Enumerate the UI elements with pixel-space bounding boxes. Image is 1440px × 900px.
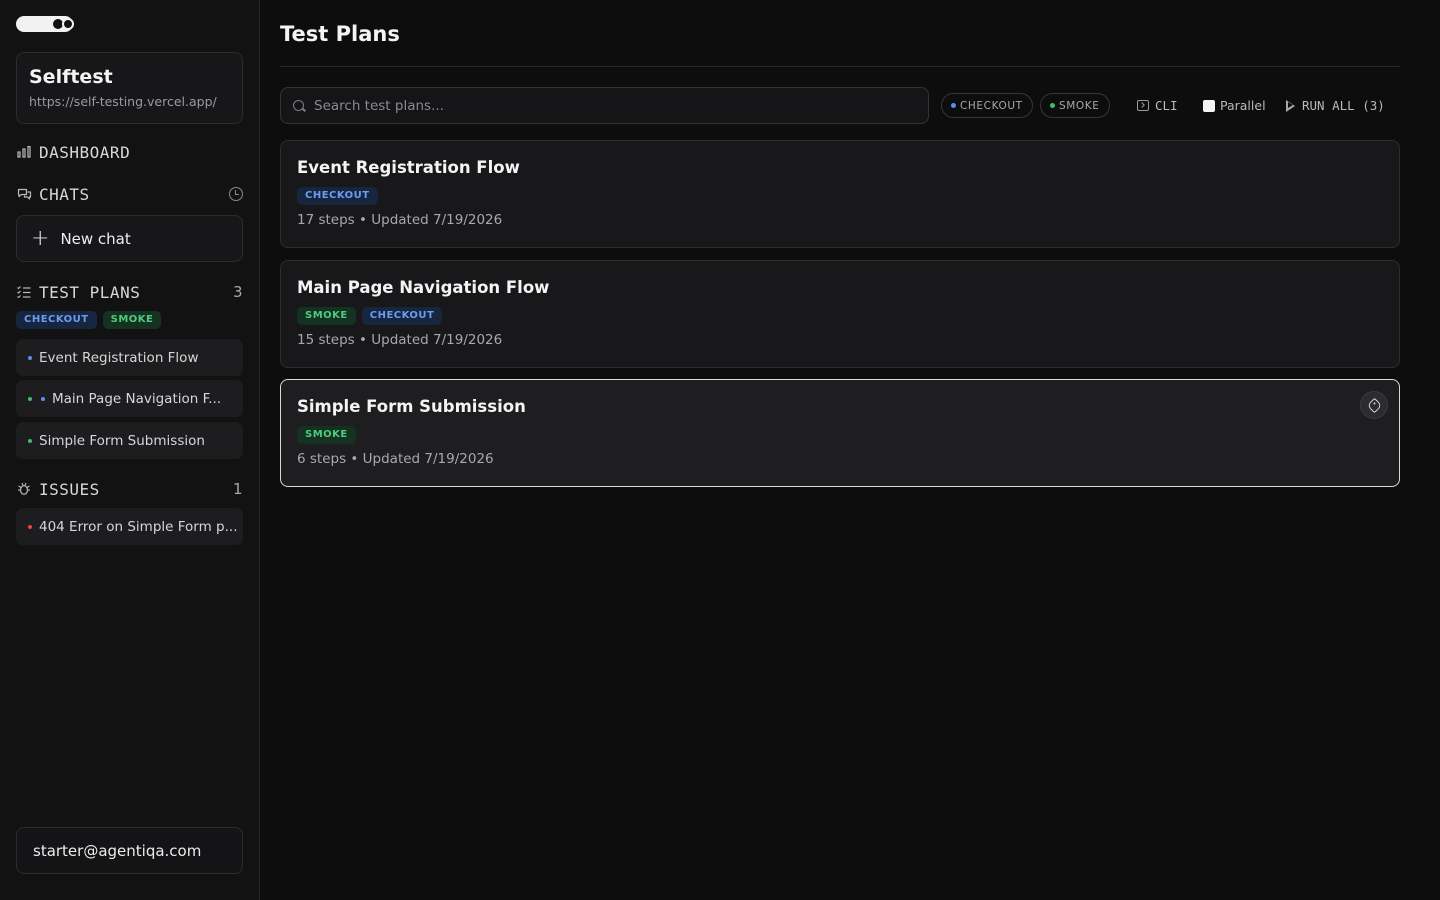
new-chat-button[interactable]: + New chat [16, 215, 243, 262]
sidebar-plan-label: Event Registration Flow [39, 349, 199, 366]
parallel-toggle[interactable]: Parallel [1203, 93, 1266, 118]
checklist-icon [16, 284, 32, 300]
run-all-button[interactable]: RUN ALL (3) [1286, 93, 1385, 118]
sidebar-tag-checkout[interactable]: CHECKOUT [16, 311, 97, 329]
bug-icon [16, 481, 32, 497]
filter-chip-label: CHECKOUT [960, 99, 1023, 112]
bar-chart-icon [16, 144, 32, 160]
sidebar-plan-item[interactable]: Main Page Navigation F... [16, 380, 243, 417]
sidebar-tag-smoke[interactable]: SMOKE [102, 311, 162, 329]
sidebar-issue-label: 404 Error on Simple Form p... [39, 518, 238, 535]
nav-test-plans-label: TEST PLANS [39, 282, 141, 302]
project-name: Selftest [29, 66, 113, 88]
plan-tag-checkout: CHECKOUT [361, 307, 443, 325]
main-content: Test Plans CHECKOUT SMOKE CLI Parallel R… [280, 0, 1400, 900]
nav-test-plans[interactable]: TEST PLANS 3 [16, 281, 243, 303]
checkout-dot-icon [41, 396, 45, 401]
sidebar-issue-item[interactable]: 404 Error on Simple Form p... [16, 508, 243, 545]
nav-dashboard-label: DASHBOARD [39, 142, 131, 162]
plan-tags: SMOKE CHECKOUT [297, 307, 1383, 325]
smoke-dot-icon [28, 396, 32, 401]
play-icon [1286, 99, 1295, 112]
header-divider [280, 66, 1400, 67]
search-input[interactable] [314, 97, 894, 114]
sidebar-plan-label: Main Page Navigation F... [52, 390, 222, 407]
smoke-dot-icon [1050, 103, 1055, 108]
checkout-dot-icon [28, 355, 32, 360]
plan-title: Simple Form Submission [297, 397, 526, 416]
history-icon[interactable] [229, 187, 243, 201]
filter-chip-checkout[interactable]: CHECKOUT [941, 93, 1033, 118]
parallel-checkbox[interactable] [1203, 99, 1215, 112]
smoke-dot-icon [28, 438, 32, 443]
sidebar-tag-filters: CHECKOUT SMOKE [16, 311, 162, 329]
plan-tags: CHECKOUT [297, 187, 1383, 205]
nav-issues[interactable]: ISSUES 1 [16, 478, 243, 500]
user-email: starter@agentiqa.com [33, 841, 202, 860]
sidebar: Selftest https://self-testing.vercel.app… [0, 0, 260, 900]
tag-icon [1366, 397, 1382, 413]
plan-tag-checkout: CHECKOUT [297, 187, 378, 205]
sidebar-toggle[interactable] [16, 16, 74, 32]
plan-tag-smoke: SMOKE [297, 307, 356, 325]
search-icon [293, 100, 304, 111]
test-plans-count: 3 [232, 283, 243, 301]
nav-dashboard[interactable]: DASHBOARD [16, 141, 243, 163]
checkout-dot-icon [951, 103, 956, 108]
new-chat-label: New chat [60, 229, 131, 248]
sidebar-plan-label: Simple Form Submission [39, 432, 205, 449]
cli-label: CLI [1155, 98, 1178, 113]
nav-issues-label: ISSUES [39, 479, 100, 499]
search-box [280, 87, 929, 124]
sidebar-plan-item[interactable]: Simple Form Submission [16, 422, 243, 459]
nav-chats[interactable]: CHATS [16, 183, 243, 205]
plus-icon: + [31, 225, 50, 251]
plan-meta: 6 steps • Updated 7/19/2026 [297, 451, 494, 467]
issue-dot-icon [28, 524, 32, 529]
terminal-icon [1137, 100, 1149, 111]
plan-title: Main Page Navigation Flow [297, 278, 550, 297]
project-url: https://self-testing.vercel.app/ [29, 94, 217, 109]
chat-bubbles-icon [16, 186, 32, 202]
toggle-ring-icon [62, 18, 74, 30]
plan-title: Event Registration Flow [297, 158, 520, 177]
filter-chip-label: SMOKE [1059, 99, 1100, 112]
issues-count: 1 [232, 480, 243, 498]
plan-card[interactable]: Event Registration Flow CHECKOUT 17 step… [280, 140, 1400, 248]
plan-card[interactable]: Main Page Navigation Flow SMOKE CHECKOUT… [280, 260, 1400, 368]
user-account[interactable]: starter@agentiqa.com [16, 827, 243, 874]
nav-chats-label: CHATS [39, 184, 90, 204]
filter-chip-smoke[interactable]: SMOKE [1040, 93, 1110, 118]
plan-meta: 15 steps • Updated 7/19/2026 [297, 332, 503, 348]
plan-meta: 17 steps • Updated 7/19/2026 [297, 212, 503, 228]
page-title: Test Plans [280, 22, 400, 46]
plan-card-selected[interactable]: Simple Form Submission SMOKE 6 steps • U… [280, 379, 1400, 487]
project-card[interactable]: Selftest https://self-testing.vercel.app… [16, 52, 243, 124]
run-all-label: RUN ALL (3) [1302, 98, 1385, 113]
parallel-label: Parallel [1220, 98, 1266, 113]
sidebar-plan-item[interactable]: Event Registration Flow [16, 339, 243, 376]
plan-tag-smoke: SMOKE [297, 426, 356, 444]
edit-tags-button[interactable] [1360, 391, 1388, 419]
plan-tags: SMOKE [297, 426, 1383, 444]
cli-button[interactable]: CLI [1137, 93, 1178, 118]
